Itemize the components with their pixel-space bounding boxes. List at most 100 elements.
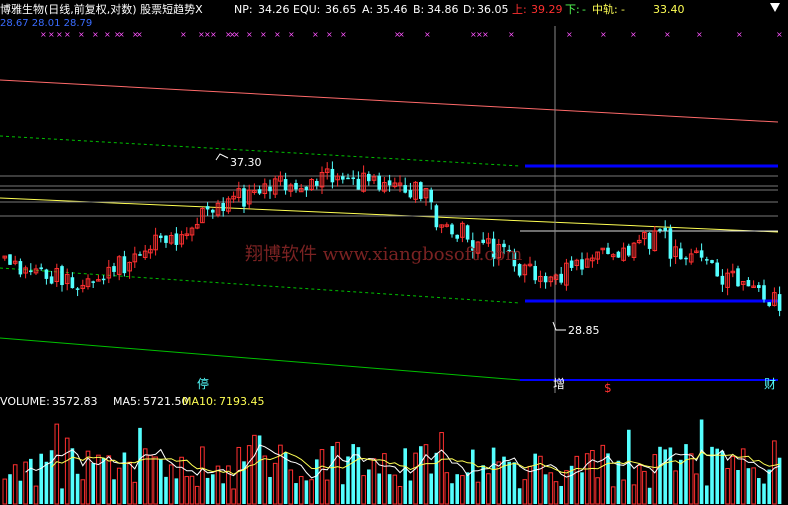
volume-bar-down	[49, 450, 54, 504]
volume-bar-down	[757, 478, 761, 504]
volume-bar-down	[746, 468, 751, 504]
candle-body-down	[164, 235, 168, 243]
d-value: 36.05	[477, 3, 509, 16]
volume-bar-down	[283, 452, 288, 504]
candle-body-down	[268, 186, 272, 192]
volume-bar-up	[33, 485, 39, 505]
candle-body-down	[174, 233, 179, 245]
candle-body-down	[330, 168, 335, 183]
volume-bar-up	[184, 476, 190, 505]
volume-bar-up	[413, 452, 418, 505]
candle-body-down	[679, 248, 683, 260]
volume-bar-down	[762, 483, 766, 504]
volume-bar-down	[138, 427, 142, 504]
volume-bar-up	[522, 479, 528, 505]
x-mark: ×	[40, 30, 47, 39]
volume-bar-down	[159, 459, 163, 504]
volume-bar-up	[642, 470, 647, 505]
volume-bar-up	[319, 449, 325, 505]
candle-body-down	[767, 302, 771, 306]
x-mark: ×	[78, 30, 85, 39]
volume-bar-up	[371, 458, 377, 505]
price-chart[interactable]: × × × × × × × ×× ×× × × × × ××× × × × × × × × ×× × × × × × × × × × × × ×3…	[0, 18, 788, 393]
volume-bar-down	[491, 447, 496, 504]
volume-bar-down	[736, 470, 740, 504]
candle-body-down	[39, 267, 43, 270]
x-mark: ×	[600, 30, 607, 39]
cai-marker: 财	[764, 377, 776, 391]
volume-bar-down	[715, 448, 719, 504]
x-mark: ×	[56, 30, 63, 39]
volume-bar-down	[450, 483, 454, 504]
volume-bar-down	[377, 473, 381, 504]
candle-body-down	[346, 177, 350, 180]
candle-body-down	[663, 227, 667, 231]
volume-bar-down	[70, 448, 75, 504]
volume-bar-down	[346, 456, 350, 504]
volume-bar-down	[455, 474, 459, 504]
volume-bar-up	[64, 437, 70, 505]
candle-body-down	[616, 251, 621, 258]
x-mark: ×	[274, 30, 281, 39]
volume-bar-up	[2, 478, 8, 505]
candle-body-down	[481, 239, 485, 243]
candle-body-down	[658, 229, 662, 231]
ma10-label: MA10:	[182, 395, 217, 408]
volume-bar-up	[574, 455, 580, 505]
volume-bar-up	[423, 444, 429, 505]
volume-bar-up	[153, 456, 158, 505]
volume-bar-up	[335, 441, 340, 505]
lower-value: -	[582, 3, 586, 16]
volume-bar-up	[252, 434, 257, 505]
volume-bar-up	[439, 432, 444, 505]
candle-body-down	[429, 189, 433, 203]
candle-body-down	[70, 277, 75, 289]
high-price-label: 37.30	[230, 156, 262, 169]
volume-bar-up	[262, 455, 268, 505]
lower-dashed-channel	[0, 267, 521, 304]
x-mark: ×	[664, 30, 671, 39]
candle-body-down	[434, 205, 439, 228]
collapse-arrow-icon[interactable]	[770, 3, 780, 12]
x-mark: ×	[312, 30, 319, 39]
candle-body-down	[242, 188, 246, 207]
candle-body-down	[455, 234, 459, 239]
volume-bar-down	[122, 452, 127, 504]
x-mark: ×	[482, 30, 489, 39]
volume-bar-down	[268, 476, 272, 504]
volume-bar-up	[54, 423, 60, 505]
volume-bar-down	[512, 462, 517, 504]
equ-label: EQU:	[293, 3, 321, 16]
ma5-label: MA5:	[113, 395, 141, 408]
candle-body-down	[465, 225, 470, 240]
candle-body-down	[101, 278, 106, 281]
candle-body-down	[647, 232, 652, 249]
candle-body-down	[559, 273, 563, 283]
volume-bar-up	[553, 481, 559, 505]
x-mark: ×	[180, 30, 187, 39]
candle-body-down	[112, 266, 116, 272]
b-label: B:	[413, 3, 425, 16]
candle-body-down	[668, 228, 673, 259]
volume-chart[interactable]	[0, 408, 788, 505]
upper-label: 上:	[512, 3, 527, 16]
volume-bar-up	[132, 481, 138, 505]
volume-bar-down	[429, 473, 433, 504]
volume-bar-down	[408, 480, 413, 504]
volume-bar-down	[8, 474, 12, 504]
volume-label: VOLUME:	[0, 395, 50, 408]
volume-bar-up	[179, 456, 184, 505]
volume-bar-up	[730, 456, 736, 505]
x-mark: ×	[92, 30, 99, 39]
volume-bar-down	[502, 456, 506, 504]
x-mark: ×	[104, 30, 111, 39]
candle-body-down	[49, 276, 54, 284]
candle-body-down	[720, 275, 725, 285]
a-label: A:	[362, 3, 374, 16]
volume-bar-up	[96, 454, 101, 505]
x-mark: ×	[566, 30, 573, 39]
x-mark: ×	[233, 30, 240, 39]
candle-body-down	[211, 209, 215, 213]
candle-body-down	[627, 245, 631, 256]
volume-bar-up	[142, 448, 148, 505]
